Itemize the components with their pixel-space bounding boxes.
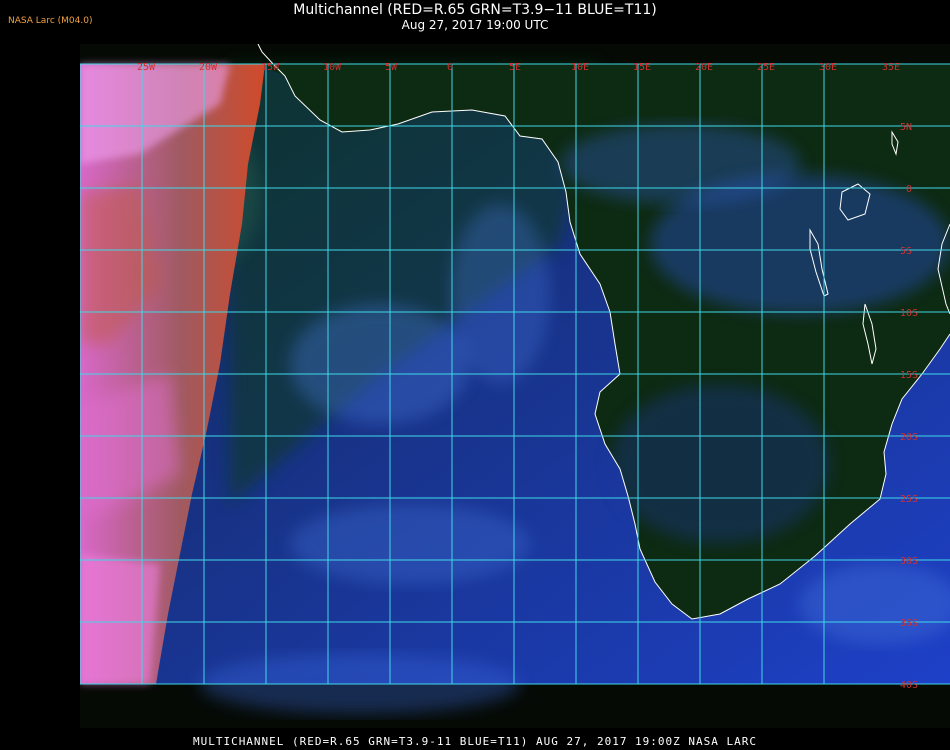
longitude-label: 20W xyxy=(199,62,218,73)
latitude-label: 25S xyxy=(900,494,918,505)
longitude-label: 15W xyxy=(261,62,280,73)
cloud-band xyxy=(290,304,470,424)
longitude-label: 0 xyxy=(447,62,453,73)
satellite-map: 25W 20W 15W 10W 5W 0 5E 10E 15E 20E 25E 30E 35E 5N 0 5S… xyxy=(80,44,950,714)
latitude-label: 35S xyxy=(900,618,918,629)
latitude-label: 15S xyxy=(900,370,918,381)
longitude-label: 30E xyxy=(819,62,837,73)
cloud-band xyxy=(450,204,550,384)
latitude-label: 30S xyxy=(900,556,918,567)
cloud-band xyxy=(290,504,530,584)
longitude-label: 10E xyxy=(571,62,589,73)
longitude-label: 15E xyxy=(633,62,651,73)
image-title: Multichannel (RED=R.65 GRN=T3.9−11 BLUE=… xyxy=(293,2,657,18)
footer-caption: MULTICHANNEL (RED=R.65 GRN=T3.9-11 BLUE=… xyxy=(192,735,758,748)
cloud-region xyxy=(560,124,800,204)
latitude-label: 10S xyxy=(900,308,918,319)
latitude-label: 0 xyxy=(906,184,912,195)
satellite-image-frame: 25W 20W 15W 10W 5W 0 5E 10E 15E 20E 25E 30E 35E 5N 0 5S… xyxy=(80,44,950,728)
longitude-label: 25E xyxy=(757,62,775,73)
latitude-label: 20S xyxy=(900,432,918,443)
longitude-label: 10W xyxy=(323,62,342,73)
longitude-label: 5E xyxy=(509,62,521,73)
land-haze xyxy=(610,384,830,544)
longitude-label: 20E xyxy=(695,62,713,73)
longitude-label: 35E xyxy=(882,62,900,73)
latitude-label: 5S xyxy=(900,246,912,257)
image-datetime: Aug 27, 2017 19:00 UTC xyxy=(401,18,549,32)
longitude-label: 5W xyxy=(385,62,398,73)
latitude-label: 40S xyxy=(900,680,918,691)
latitude-label: 5N xyxy=(900,122,912,133)
limb-cloud xyxy=(80,554,160,684)
longitude-label: 25W xyxy=(137,62,156,73)
